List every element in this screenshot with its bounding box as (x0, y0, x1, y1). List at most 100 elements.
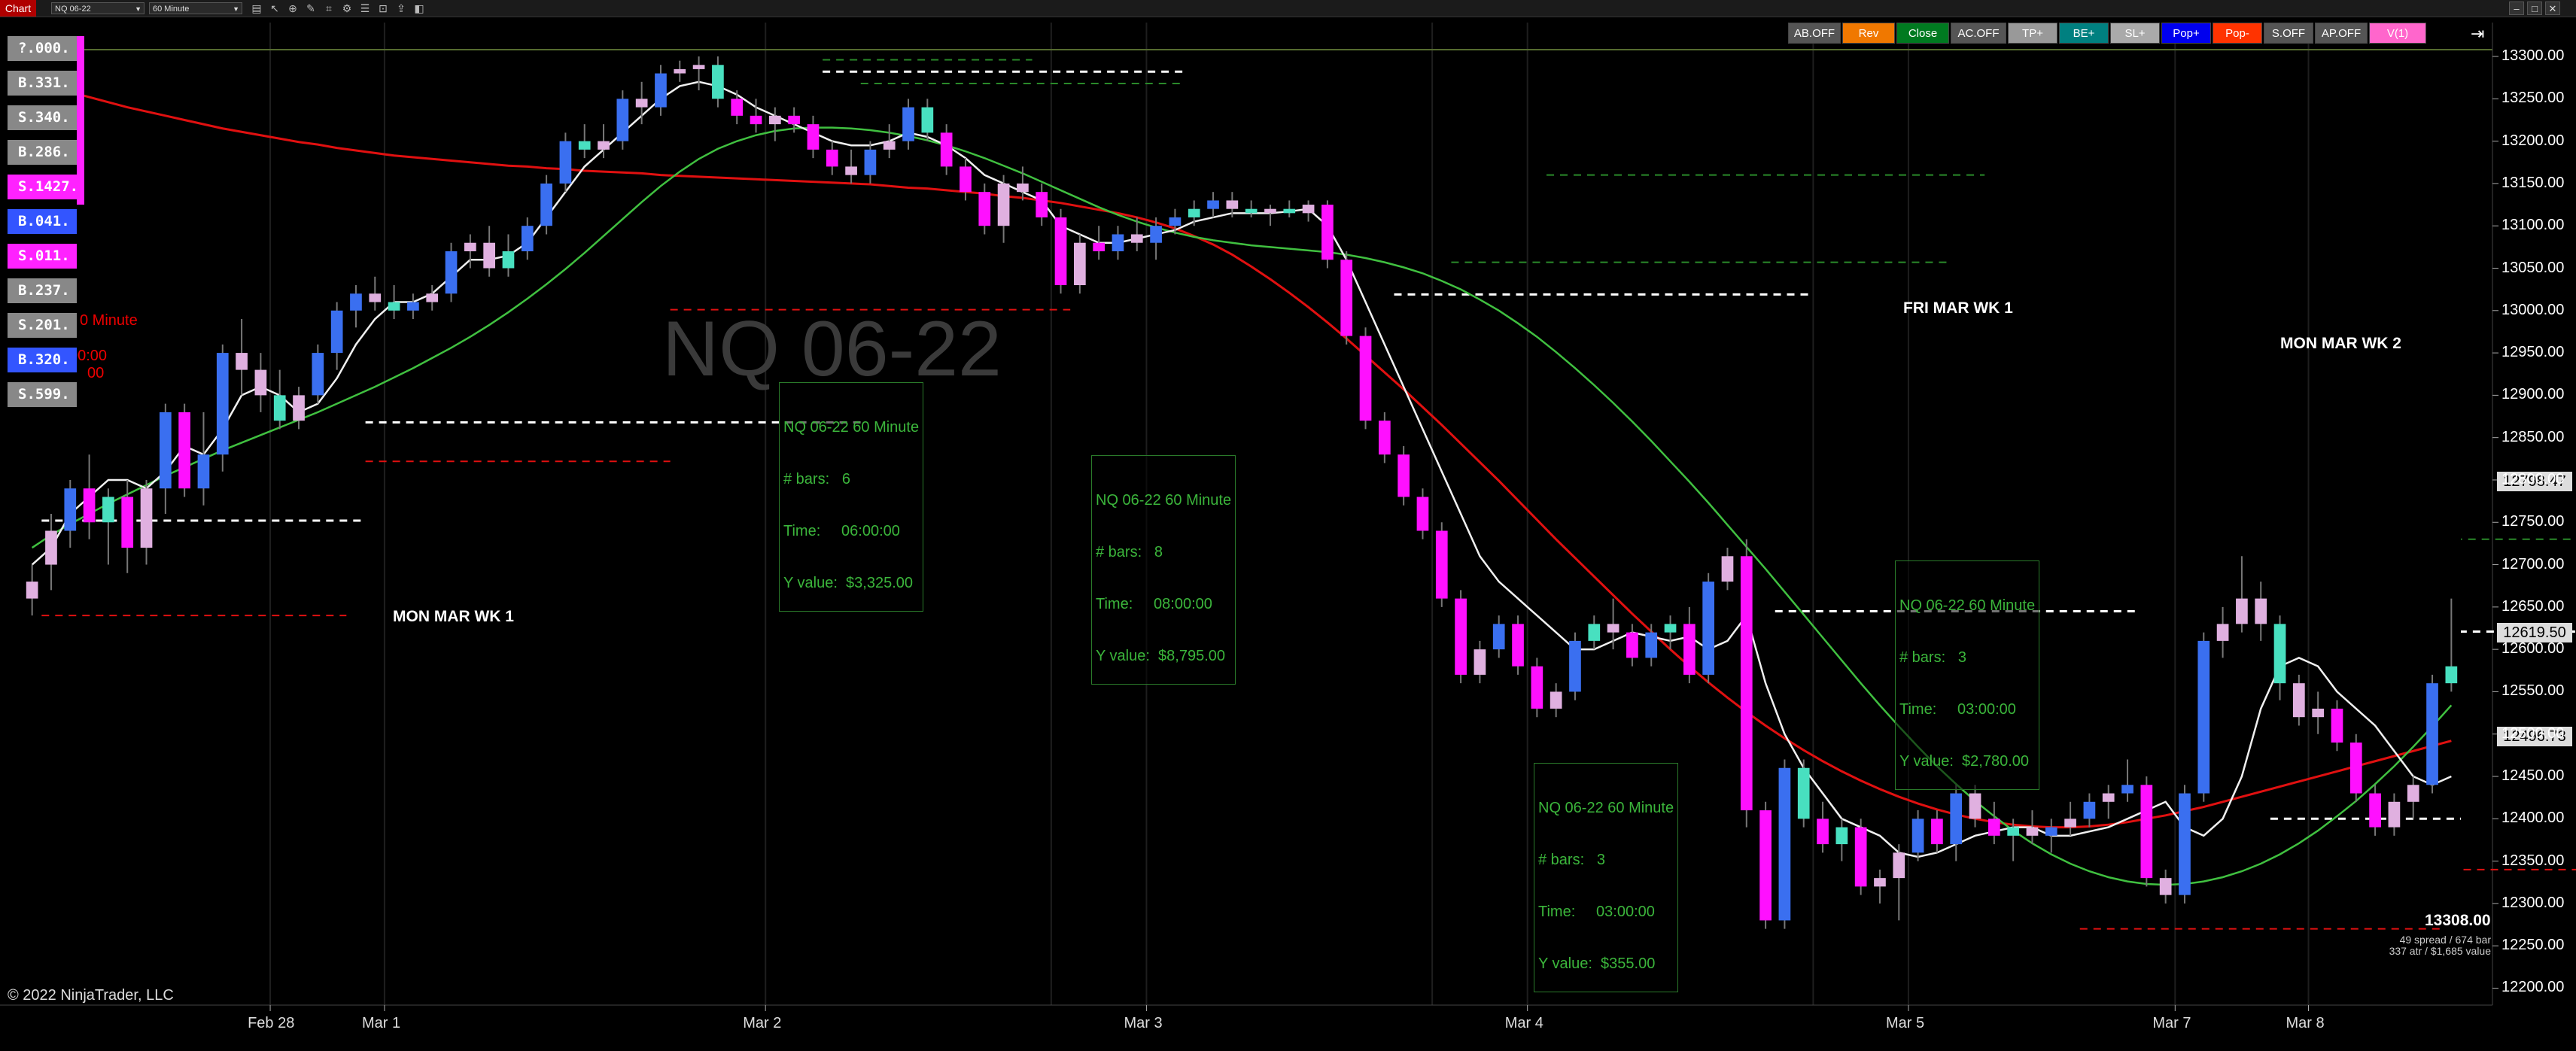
ladder-cell[interactable]: S.201. (8, 313, 77, 338)
info-box[interactable]: NQ 06-22 60 Minute # bars: 6 Time: 06:00… (779, 382, 924, 612)
candle-body (845, 166, 857, 175)
candle-body (692, 65, 705, 69)
y-tick-label: 12400.00 (2501, 810, 2565, 827)
x-tick-label: Mar 1 (361, 1015, 401, 1031)
info-box-bars: # bars: 3 (1899, 649, 1966, 666)
candle-body (1645, 632, 1658, 658)
info-box[interactable]: NQ 06-22 60 Minute # bars: 3 Time: 03:00… (1534, 763, 1679, 992)
price-chart[interactable] (0, 0, 2576, 1051)
candle-body (445, 251, 458, 294)
candle-body (1969, 793, 1981, 819)
candle-body (1569, 640, 1581, 692)
ladder-cell[interactable]: B.331. (8, 71, 77, 96)
ladder-cell[interactable]: S.011. (8, 244, 77, 269)
candle-body (1112, 234, 1124, 251)
info-box-time: Time: 08:00:00 (1096, 596, 1212, 612)
toolbar-button[interactable]: AC.OFF (1951, 23, 2006, 44)
toolbar-button[interactable]: Pop+ (2161, 23, 2211, 44)
candle-body (159, 412, 172, 489)
toolbar-button[interactable]: AB.OFF (1788, 23, 1841, 44)
y-tick-label: 13000.00 (2501, 301, 2565, 318)
moving-average-line (31, 80, 2452, 858)
info-box-title: NQ 06-22 60 Minute (1538, 800, 1674, 816)
candle-body (121, 497, 134, 548)
candle-body (978, 192, 991, 226)
candle-body (1455, 598, 1467, 675)
candle-body (1721, 556, 1734, 582)
moving-average-line (31, 126, 2453, 886)
ladder-cell[interactable]: S.340. (8, 105, 77, 130)
candle-body (1588, 624, 1601, 641)
candle-body (2140, 785, 2153, 879)
candle-body (178, 412, 191, 489)
toolbar-button[interactable]: SL+ (2110, 23, 2160, 44)
ladder-cell[interactable]: S.1427. (8, 175, 78, 199)
candle-body (2179, 793, 2191, 895)
candle-body (1817, 819, 1829, 845)
y-tick-label: 13050.00 (2501, 259, 2565, 276)
toolbar-button[interactable]: TP+ (2008, 23, 2057, 44)
toolbar-button[interactable]: Rev (1842, 23, 1895, 44)
info-box-value: Y value: $3,325.00 (783, 575, 913, 591)
ladder-cell[interactable]: B.286. (8, 140, 77, 165)
toolbar-button[interactable]: Pop- (2213, 23, 2262, 44)
info-box[interactable]: NQ 06-22 60 Minute # bars: 8 Time: 08:00… (1091, 455, 1236, 685)
ladder-cell[interactable]: S.599. (8, 382, 77, 407)
candle-body (426, 293, 439, 302)
ladder-cell[interactable]: ?.000. (8, 36, 77, 61)
toolbar-button[interactable]: V(1) (2369, 23, 2426, 44)
y-tick-label: 12850.00 (2501, 428, 2565, 445)
annotation-fri-mar-wk1: FRI MAR WK 1 (1903, 299, 2013, 317)
candle-body (826, 149, 838, 167)
info-box-title: NQ 06-22 60 Minute (1096, 492, 1232, 509)
candle-body (483, 242, 496, 269)
ladder-cell[interactable]: B.320. (8, 348, 77, 372)
candle-body (1854, 827, 1867, 887)
y-tick-label: 12750.00 (2501, 513, 2565, 530)
candle-body (1397, 454, 1410, 497)
candle-body (254, 369, 267, 396)
arrow-right-icon[interactable]: ⇥ (2471, 24, 2484, 44)
candle-body (2007, 827, 2020, 836)
y-tick-label: 12350.00 (2501, 852, 2565, 869)
candle-body (1893, 852, 1905, 879)
candle-body (2197, 640, 2210, 794)
candle-body (1093, 242, 1106, 251)
candle-body (1702, 582, 1715, 675)
info-box-bars: # bars: 6 (783, 471, 850, 488)
candle-body (1474, 649, 1486, 675)
moving-average-line (32, 80, 2452, 829)
y-tick-label: 12700.00 (2501, 555, 2565, 573)
candle-body (1664, 624, 1677, 633)
candle-body (883, 141, 896, 150)
spread-info: 49 spread / 674 bar (2399, 934, 2491, 946)
candle-body (1512, 624, 1524, 667)
candle-body (2312, 708, 2325, 718)
toolbar-button[interactable]: Close (1896, 23, 1949, 44)
candle-body (598, 141, 610, 150)
candle-body (1073, 242, 1086, 286)
candle-body (1378, 421, 1391, 455)
candle-body (788, 115, 801, 125)
info-box[interactable]: NQ 06-22 60 Minute # bars: 3 Time: 03:00… (1895, 560, 2040, 790)
candle-body (2083, 801, 2096, 819)
candle-body (2236, 598, 2248, 624)
toolbar-button[interactable]: BE+ (2059, 23, 2109, 44)
toolbar-button[interactable]: S.OFF (2264, 23, 2313, 44)
ladder-cell[interactable]: B.041. (8, 209, 77, 234)
candle-body (2159, 878, 2172, 895)
candle-body (369, 293, 382, 302)
x-tick-label: Mar 2 (743, 1015, 782, 1031)
candle-body (407, 302, 419, 311)
y-tick-label: 12300.00 (2501, 894, 2565, 911)
candle-body (197, 454, 210, 489)
toolbar-button[interactable]: AP.OFF (2315, 23, 2368, 44)
candle-body (521, 226, 534, 251)
ladder-cell[interactable]: B.237. (8, 278, 77, 303)
partial-time-label-2: 00 (87, 365, 105, 381)
candle-body (2216, 624, 2229, 641)
candle-body (2292, 683, 2305, 718)
candle-body (1607, 624, 1620, 633)
instrument-watermark: NQ 06-22 (662, 305, 1002, 393)
x-tick-label: Mar 4 (1504, 1015, 1543, 1031)
